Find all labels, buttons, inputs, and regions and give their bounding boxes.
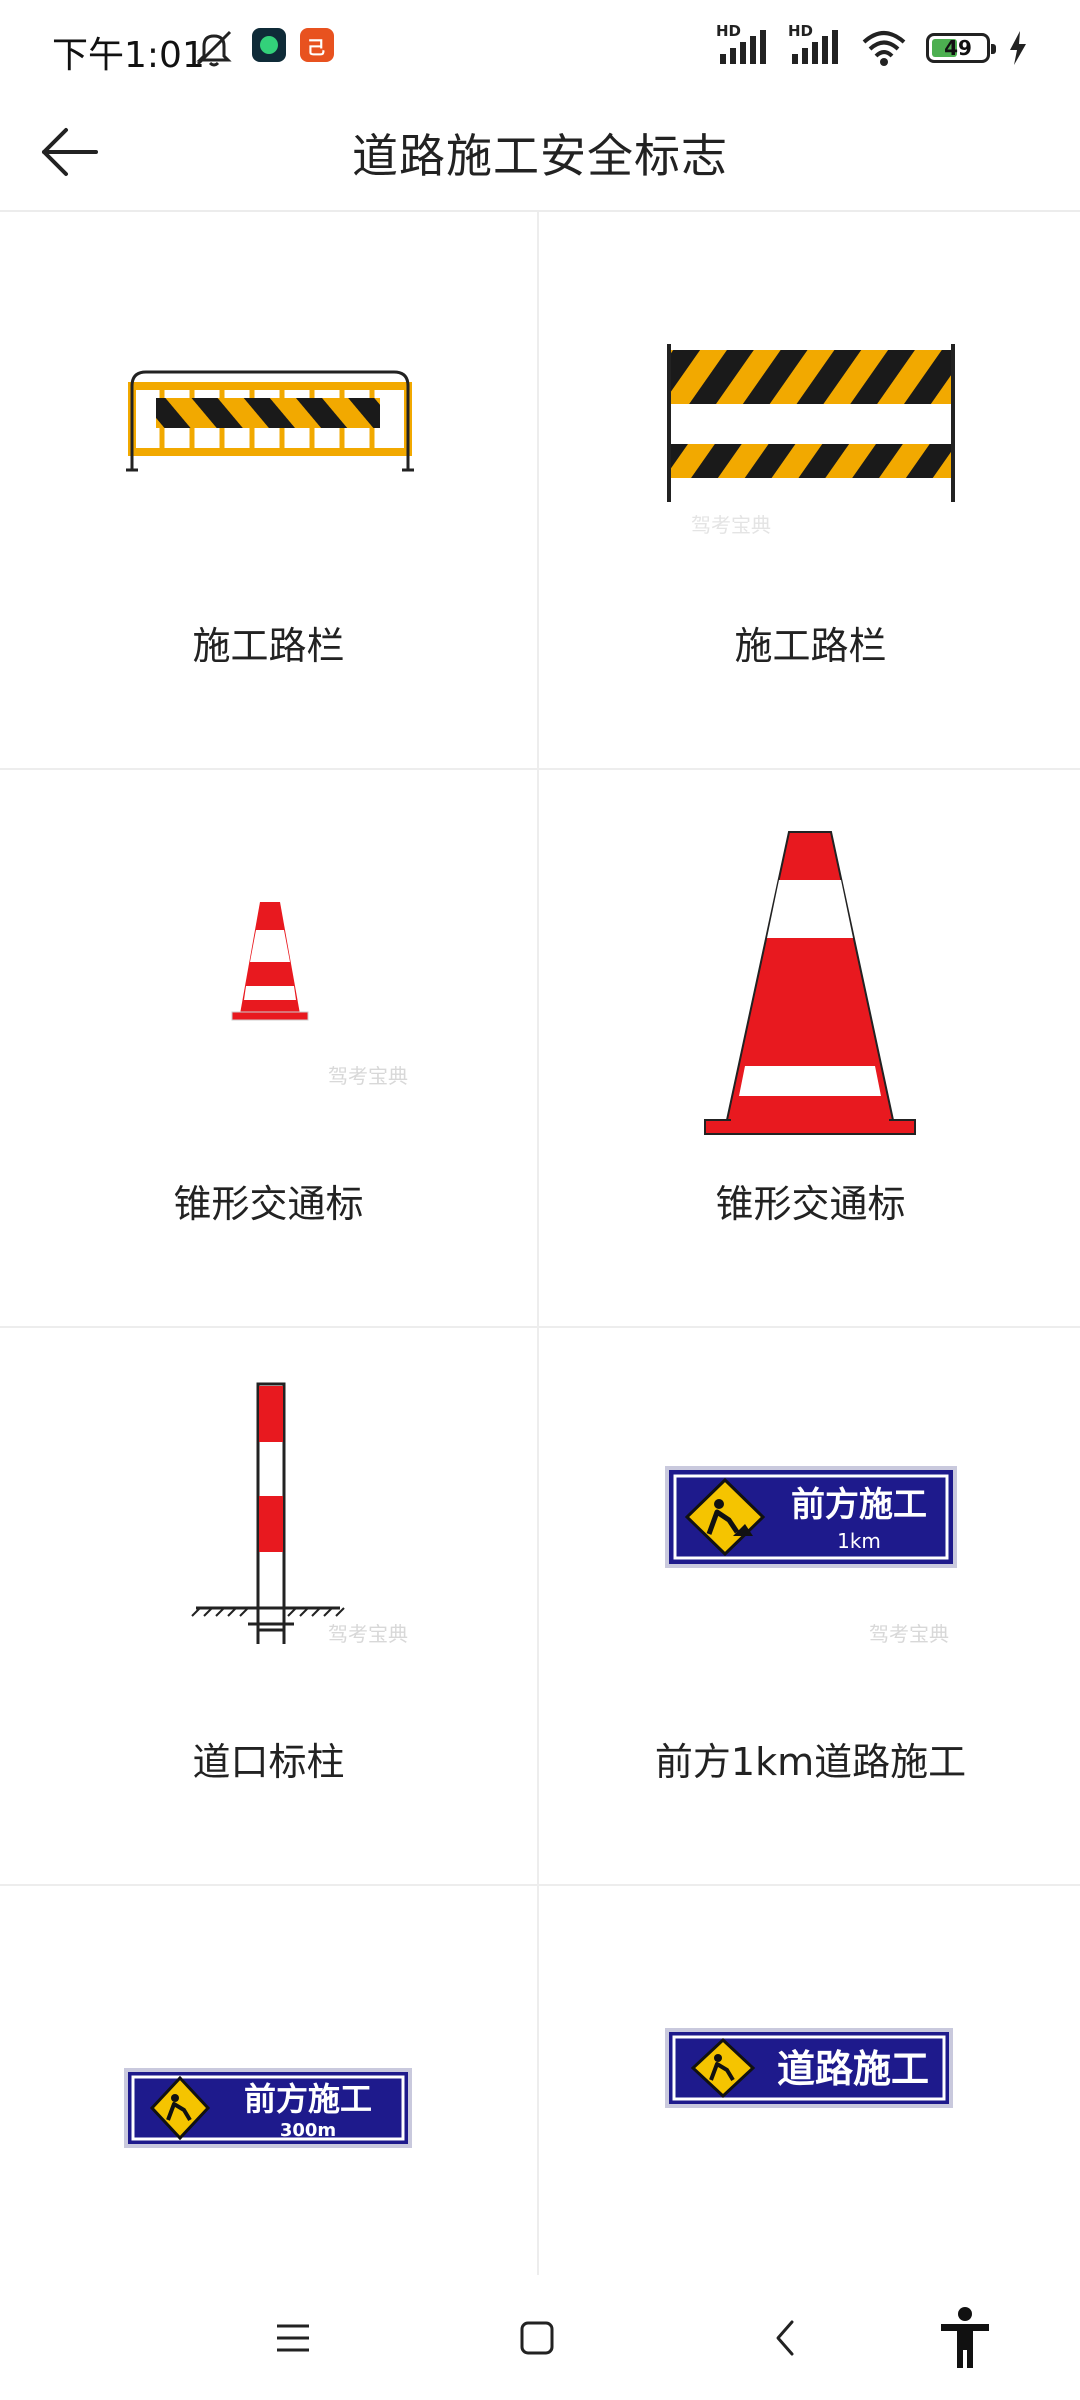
watermark: 驾考宝典 [328,1064,408,1088]
traffic-cone-large-image [704,831,916,1135]
menu-icon [277,2324,309,2352]
road-construction-sign-image: 道路施工 [665,2028,953,2108]
wifi-icon [862,31,906,66]
mute-icon [196,30,232,67]
sign-grid: 施工路栏 驾考宝典 施工路栏 驾考宝典 锥形交通标 锥形交通标 驾考宝典 道口标… [0,212,1080,2275]
accessibility-icon [941,2307,989,2368]
home-icon [520,2321,554,2355]
sign-label: 施工路栏 [734,624,887,668]
home-button[interactable] [502,2303,572,2373]
sign-text: 道路施工 [777,2047,929,2091]
status-bar: 下午1:01 己 HD HD 49 [0,0,1080,96]
app-icon-red: 己 [300,28,334,62]
sign-card-roadwork-300m[interactable]: 前方施工 300m [0,1886,539,2275]
status-time: 下午1:01 [52,35,205,76]
sign-label: 锥形交通标 [715,1182,906,1226]
sign-label: 道口标柱 [192,1740,345,1784]
app-header: 道路施工安全标志 [0,96,1080,212]
sign-card-barrier-board[interactable]: 驾考宝典 施工路栏 [541,212,1080,768]
sign-distance: 300m [280,2120,336,2141]
roadwork-ahead-sign-300m-image: 前方施工 300m [124,2068,412,2148]
sign-label: 前方1km道路施工 [654,1740,967,1784]
sign-text: 前方施工 [791,1485,927,1525]
roadwork-ahead-sign-1km-image: 前方施工 1km [665,1466,957,1568]
sign-card-cone-small[interactable]: 驾考宝典 锥形交通标 [0,770,539,1326]
sign-card-road-construction[interactable]: 道路施工 [541,1886,1080,2275]
signal-hd-icon: HD [788,22,842,68]
watermark: 驾考宝典 [691,513,771,537]
accessibility-button[interactable] [930,2303,1000,2373]
back-icon [776,2320,794,2356]
sign-card-barrier-fence[interactable]: 施工路栏 [0,212,539,768]
signal-hd-icon: HD [716,22,770,68]
barrier-board-striped-image: 驾考宝典 [667,344,955,537]
system-nav-bar [0,2275,1080,2400]
barrier-fence-striped-image [126,370,414,472]
nav-back-button[interactable] [750,2303,820,2373]
crossing-marker-post-image [191,1382,345,1644]
traffic-cone-small-image [231,902,309,1021]
sign-label: 锥形交通标 [173,1182,364,1226]
sign-card-cone-large[interactable]: 锥形交通标 [541,770,1080,1326]
sign-card-roadwork-1km[interactable]: 前方施工 1km 驾考宝典 前方1km道路施工 [541,1328,1080,1884]
watermark: 驾考宝典 [328,1622,408,1646]
sign-distance: 1km [837,1529,881,1553]
sign-card-crossing-post[interactable]: 驾考宝典 道口标柱 [0,1328,539,1884]
sign-label: 施工路栏 [192,624,345,668]
sign-text: 前方施工 [244,2080,372,2118]
battery-icon: 49 [926,33,996,63]
menu-button[interactable] [258,2303,328,2373]
app-icon-green [252,28,286,62]
charging-icon [1010,31,1026,65]
page-title: 道路施工安全标志 [352,129,728,183]
battery-level: 49 [944,36,972,60]
watermark: 驾考宝典 [869,1622,949,1646]
